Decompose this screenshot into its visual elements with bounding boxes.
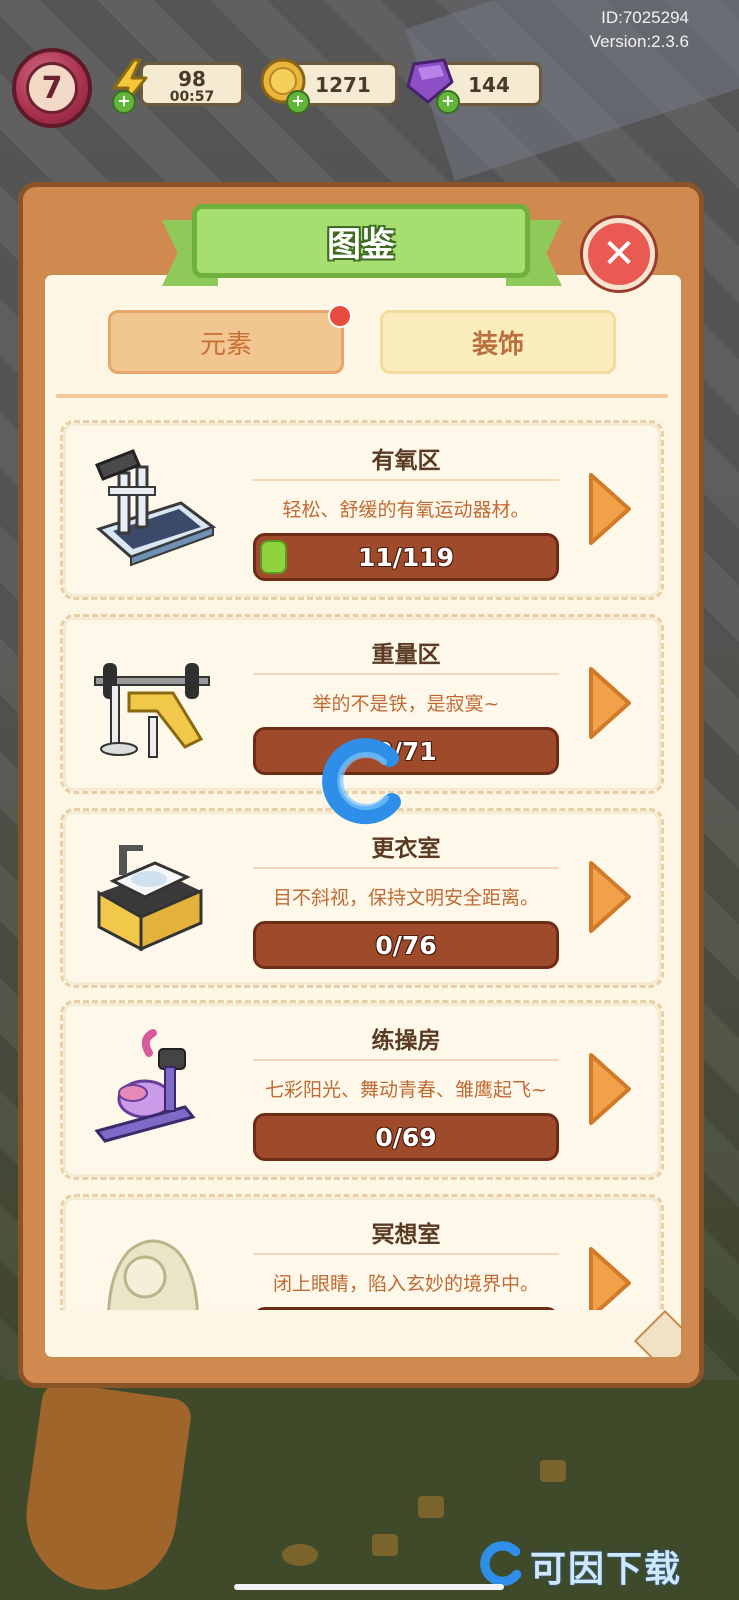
category-description: 目不斜视，保持文明安全距离。 [272,887,539,909]
progress-bar: 11/119 [253,533,559,581]
title-underline [253,673,559,675]
category-description: 轻松、舒缓的有氧运动器材。 [282,499,530,521]
category-title: 重量区 [371,642,441,668]
category-card-meditation-room[interactable]: 冥想室 闭上眼睛，陷入玄妙的境界中。 [60,1194,664,1310]
category-description: 七彩阳光、舞动青春、雏鹰起飞~ [265,1079,547,1101]
category-description: 举的不是铁，是寂寞~ [312,693,500,715]
title-underline [253,479,559,481]
category-title: 练操房 [371,1028,441,1054]
progress-bar [253,1307,559,1310]
open-category-arrow[interactable] [585,665,633,741]
category-card-aerobic[interactable]: 有氧区 轻松、舒缓的有氧运动器材。 11/119 [60,420,664,600]
category-card-exercise-room[interactable]: 练操房 七彩阳光、舞动青春、雏鹰起飞~ 0/69 [60,1000,664,1180]
progress-bar: 0/69 [253,1113,559,1161]
category-list[interactable]: 有氧区 轻松、舒缓的有氧运动器材。 11/119 重量区 举的不是铁，是寂寞~ [0,0,739,1310]
background-decoration [540,1460,566,1482]
category-title: 更衣室 [371,836,441,862]
category-title: 有氧区 [371,448,441,474]
title-underline [253,867,559,869]
open-category-arrow[interactable] [585,471,633,547]
title-underline [253,1059,559,1061]
progress-text: 11/119 [357,542,455,572]
page-curl [633,1309,681,1357]
statue-icon [89,1217,219,1310]
background-decoration [282,1544,318,1566]
category-card-locker-room[interactable]: 更衣室 目不斜视，保持文明安全距离。 0/76 [60,808,664,988]
background-decoration [372,1534,398,1556]
open-category-arrow[interactable] [585,1051,633,1127]
watermark-small-logo-icon [476,1538,526,1588]
progress-text: 0/69 [375,1122,437,1152]
progress-text: 0/76 [375,930,437,960]
watermark-text: 可因下载 [530,1549,683,1590]
home-indicator[interactable] [234,1584,504,1590]
title-underline [253,1253,559,1255]
background-decoration [418,1496,444,1518]
category-description: 闭上眼睛，陷入玄妙的境界中。 [272,1273,539,1295]
progress-bar: 0/76 [253,921,559,969]
watermark-logo-icon [314,732,410,828]
open-category-arrow[interactable] [585,859,633,935]
open-category-arrow[interactable] [585,1245,633,1310]
category-title: 冥想室 [371,1222,441,1248]
